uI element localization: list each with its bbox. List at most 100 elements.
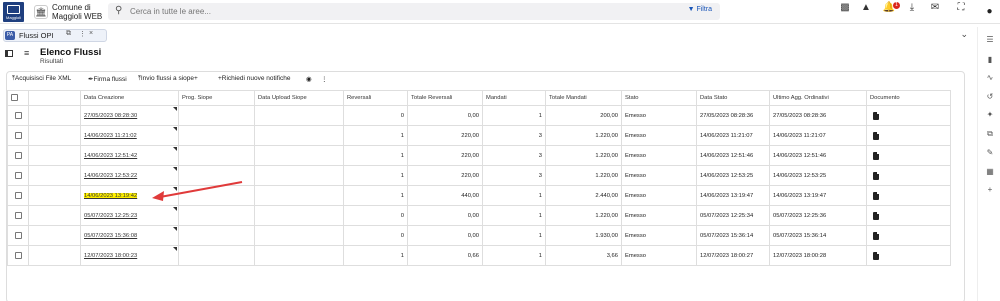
sign-flows-button[interactable]: ✒Firma flussi — [88, 75, 127, 83]
row-checkbox[interactable] — [14, 111, 22, 119]
document-icon[interactable] — [873, 231, 879, 240]
select-all-checkbox[interactable] — [11, 94, 18, 102]
list-icon[interactable]: ≡ — [24, 48, 29, 58]
column-header-stato[interactable]: Stato — [621, 90, 697, 106]
table-row[interactable]: 14/06/2023 12:53:22 1 220,00 3 1.220,00 Emess… — [7, 165, 951, 186]
tab-close-icon[interactable]: × — [89, 30, 93, 37]
row-select-cell[interactable] — [7, 205, 29, 226]
add-icon[interactable]: + — [985, 184, 995, 196]
cell-tot-mandati: 1.220,00 — [545, 165, 622, 186]
acquire-xml-button[interactable]: ⤒Acquisisci File XML — [12, 75, 71, 83]
tab-duplicate-icon[interactable]: ⧉ — [66, 30, 71, 38]
column-header-documento[interactable]: Documento — [866, 90, 951, 106]
mail-icon[interactable]: ✉ — [928, 0, 942, 16]
request-notifications-button[interactable]: +Richiedi nuove notifiche — [218, 75, 290, 82]
dashboard-icon[interactable]: ▩ — [838, 0, 852, 16]
app-logo[interactable]: Maggioli — [3, 2, 24, 22]
trend-icon[interactable]: ∿ — [985, 72, 995, 84]
row-select-cell[interactable] — [7, 145, 29, 166]
cell-stato: Emesso — [621, 145, 697, 166]
cell-data-upload — [254, 125, 344, 146]
select-all-cell[interactable] — [7, 90, 29, 106]
cell-data-creazione[interactable]: 05/07/2023 12:25:23 — [80, 205, 179, 226]
table-row[interactable]: 05/07/2023 12:25:23 0 0,00 1 1.220,00 Emesso 0… — [7, 205, 951, 226]
send-siope-button[interactable]: ⤒Invio flussi a siope+ — [138, 75, 198, 83]
sidebar-toggle-icon[interactable] — [5, 50, 13, 57]
cell-data-creazione[interactable]: 05/07/2023 15:36:08 — [80, 225, 179, 246]
table-row[interactable]: 12/07/2023 18:00:23 1 0,66 1 3,66 Emesso 12/07… — [7, 245, 951, 266]
creation-date-link[interactable]: 27/05/2023 08:28:30 — [84, 113, 137, 119]
table-row[interactable]: 05/07/2023 15:36:08 0 0,00 1 1.930,00 Emesso 0… — [7, 225, 951, 246]
document-icon[interactable] — [873, 171, 879, 180]
creation-date-link[interactable]: 05/07/2023 15:36:08 — [84, 233, 137, 239]
cell-stato: Emesso — [621, 245, 697, 266]
row-checkbox[interactable] — [14, 151, 22, 159]
table-row[interactable]: 14/06/2023 13:19:42 1 440,00 1 2.440,00 Emess… — [7, 185, 951, 206]
row-select-cell[interactable] — [7, 245, 29, 266]
row-checkbox[interactable] — [14, 191, 22, 199]
cell-data-creazione[interactable]: 14/06/2023 11:21:02 — [80, 125, 179, 146]
creation-date-link[interactable]: 14/06/2023 13:19:42 — [84, 192, 138, 199]
column-header-prog-siope[interactable]: Prog. Siope — [178, 90, 255, 106]
pin-icon[interactable]: ✦ — [985, 109, 995, 121]
column-header-data-creazione[interactable]: Data Creazione — [80, 90, 179, 106]
document-icon[interactable] — [873, 111, 879, 120]
row-checkbox[interactable] — [14, 231, 22, 239]
column-header-reversali[interactable]: Reversali — [343, 90, 408, 106]
row-checkbox[interactable] — [14, 131, 22, 139]
creation-date-link[interactable]: 05/07/2023 12:25:23 — [84, 213, 137, 219]
row-select-cell[interactable] — [7, 105, 29, 126]
user-icon[interactable]: ● — [984, 5, 995, 19]
cell-prog-siope — [178, 245, 255, 266]
more-options-icon[interactable]: ⋮ — [321, 75, 328, 83]
download-icon[interactable]: ⤓ — [905, 0, 919, 16]
edit-doc-icon[interactable]: ✎ — [985, 147, 995, 159]
cell-stato: Emesso — [621, 225, 697, 246]
chevron-down-icon[interactable]: ⌄ — [960, 29, 968, 40]
cell-tot-mandati: 1.220,00 — [545, 145, 622, 166]
row-checkbox[interactable] — [14, 251, 22, 259]
row-select-cell[interactable] — [7, 165, 29, 186]
cell-reversali: 0 — [343, 225, 408, 246]
table-row[interactable]: 14/06/2023 12:51:42 1 220,00 3 1.220,00 Emess… — [7, 145, 951, 166]
creation-date-link[interactable]: 14/06/2023 11:21:02 — [84, 133, 137, 139]
row-checkbox[interactable] — [14, 171, 22, 179]
row-select-cell[interactable] — [7, 225, 29, 246]
column-header-mandati[interactable]: Mandati — [482, 90, 546, 106]
warning-icon[interactable]: ▲ — [859, 0, 873, 16]
filter-button[interactable]: ▼ Filtra — [688, 6, 712, 13]
tab-flussi-opi[interactable]: PA Flussi OPI ⧉ ⋮ × — [3, 29, 107, 42]
document-icon[interactable]: ▦ — [985, 166, 995, 178]
document-icon[interactable] — [873, 131, 879, 140]
copy-icon[interactable]: ⧉ — [985, 128, 995, 140]
cell-data-creazione[interactable]: 14/06/2023 12:51:42 — [80, 145, 179, 166]
creation-date-link[interactable]: 14/06/2023 12:53:22 — [84, 173, 137, 179]
tasks-icon[interactable]: ☰ — [985, 34, 995, 46]
creation-date-link[interactable]: 14/06/2023 12:51:42 — [84, 153, 137, 159]
column-header-data-stato[interactable]: Data Stato — [696, 90, 770, 106]
document-icon[interactable] — [873, 211, 879, 220]
search-input[interactable] — [130, 4, 630, 19]
history-icon[interactable]: ↺ — [985, 91, 995, 103]
creation-date-link[interactable]: 12/07/2023 18:00:23 — [84, 253, 137, 259]
row-select-cell[interactable] — [7, 125, 29, 146]
view-icon[interactable]: ◉ — [306, 75, 312, 83]
document-icon[interactable] — [873, 251, 879, 260]
column-header-data-upload[interactable]: Data Upload Siope — [254, 90, 344, 106]
table-header-row: Data Creazione Prog. Siope Data Upload S… — [7, 90, 951, 106]
table-row[interactable]: 27/05/2023 08:28:30 0 0,00 1 200,00 Emesso 27/… — [7, 105, 951, 126]
table-row[interactable]: 14/06/2023 11:21:02 1 220,00 3 1.220,00 Emess… — [7, 125, 951, 146]
row-select-cell[interactable] — [7, 185, 29, 206]
column-header-totale-reversali[interactable]: Totale Reversali — [407, 90, 483, 106]
document-icon[interactable] — [873, 151, 879, 160]
institution-icon[interactable]: 🏛 — [34, 5, 48, 19]
fullscreen-icon[interactable]: ⛶ — [954, 0, 968, 16]
cell-data-creazione[interactable]: 27/05/2023 08:28:30 — [80, 105, 179, 126]
row-checkbox[interactable] — [14, 211, 22, 219]
document-icon[interactable] — [873, 191, 879, 200]
book-icon[interactable]: ▮ — [985, 54, 995, 66]
column-header-ultimo-agg[interactable]: Ultimo Agg. Ordinativi — [769, 90, 867, 106]
cell-data-creazione[interactable]: 12/07/2023 18:00:23 — [80, 245, 179, 266]
column-header-totale-mandati[interactable]: Totale Mandati — [545, 90, 622, 106]
tab-menu-icon[interactable]: ⋮ — [79, 30, 86, 38]
